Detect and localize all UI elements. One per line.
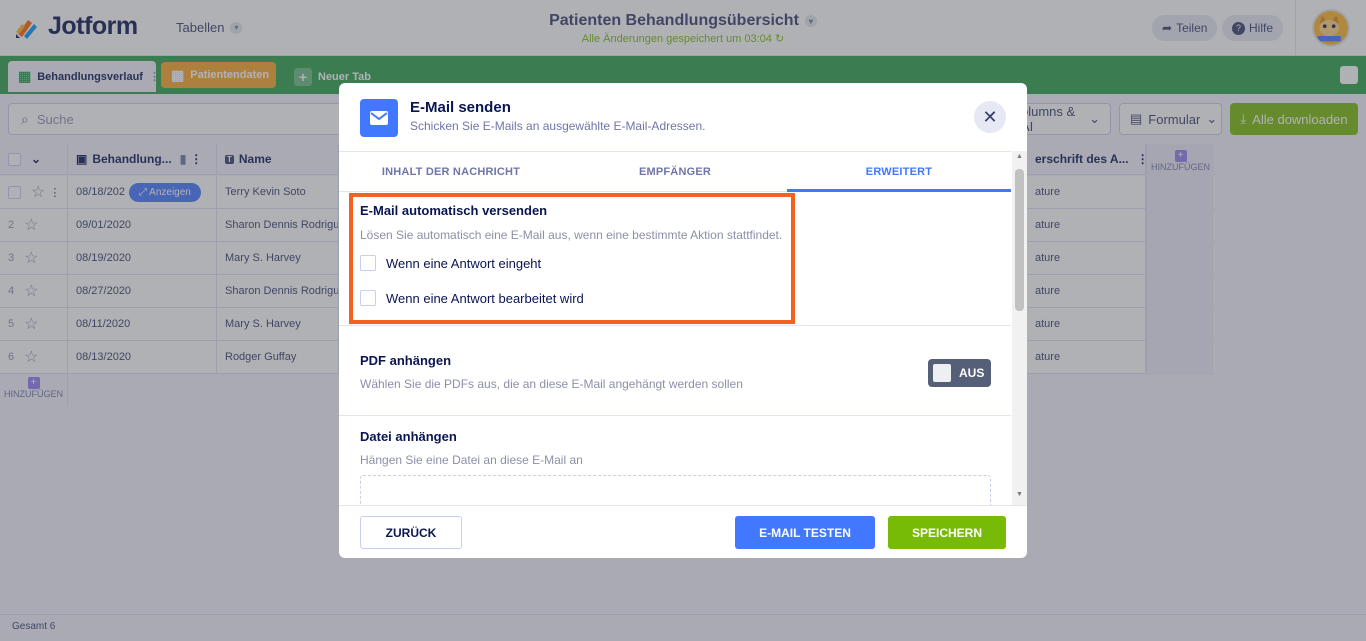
pdf-attach-desc: Wählen Sie die PDFs aus, die an diese E-… — [360, 377, 743, 391]
scroll-down-icon[interactable]: ▼ — [1015, 491, 1024, 498]
modal-scrollbar[interactable]: ▲ ▼ — [1012, 151, 1027, 505]
modal-tabs: INHALT DER NACHRICHT EMPFÄNGER ERWEITERT — [339, 151, 1011, 192]
modal-header: E-Mail senden Schicken Sie E-Mails an au… — [339, 83, 1027, 151]
on-response-checkbox[interactable] — [360, 255, 376, 271]
file-attach-desc: Hängen Sie eine Datei an diese E-Mail an — [360, 453, 583, 467]
modal-subtitle: Schicken Sie E-Mails an ausgewählte E-Ma… — [410, 119, 706, 133]
close-button[interactable]: ✕ — [974, 101, 1006, 133]
auto-send-title: E-Mail automatisch versenden — [360, 203, 548, 218]
option-label: Wenn eine Antwort eingeht — [386, 255, 542, 271]
envelope-svg — [370, 111, 388, 125]
close-icon: ✕ — [982, 106, 998, 127]
back-button[interactable]: ZURÜCK — [360, 516, 462, 549]
pdf-toggle[interactable]: AUS — [928, 359, 991, 387]
test-email-button[interactable]: E-MAIL TESTEN — [735, 516, 875, 549]
section-divider — [339, 325, 1011, 326]
send-email-modal: E-Mail senden Schicken Sie E-Mails an au… — [339, 83, 1027, 558]
tab-advanced[interactable]: ERWEITERT — [787, 152, 1011, 192]
pdf-attach-title: PDF anhängen — [360, 353, 452, 368]
tab-message-content[interactable]: INHALT DER NACHRICHT — [339, 152, 563, 192]
option-label: Wenn eine Antwort bearbeitet wird — [386, 290, 584, 306]
option-on-edit[interactable]: Wenn eine Antwort bearbeitet wird — [360, 290, 584, 306]
modal-footer: ZURÜCK E-MAIL TESTEN SPEICHERN — [339, 505, 1027, 558]
on-edit-checkbox[interactable] — [360, 290, 376, 306]
toggle-label: AUS — [959, 366, 985, 380]
modal-title: E-Mail senden — [410, 99, 511, 116]
scroll-thumb[interactable] — [1015, 169, 1024, 311]
toggle-knob — [933, 364, 951, 382]
modal-body: E-Mail automatisch versenden Lösen Sie a… — [339, 193, 1011, 505]
file-dropzone[interactable] — [360, 475, 991, 505]
option-on-response[interactable]: Wenn eine Antwort eingeht — [360, 255, 541, 271]
tab-recipients[interactable]: EMPFÄNGER — [563, 152, 787, 192]
auto-send-desc: Lösen Sie automatisch eine E-Mail aus, w… — [360, 228, 783, 242]
section-divider — [339, 415, 1011, 416]
save-button[interactable]: SPEICHERN — [888, 516, 1006, 549]
file-attach-title: Datei anhängen — [360, 429, 457, 444]
scroll-up-icon[interactable]: ▲ — [1015, 153, 1024, 160]
envelope-icon — [360, 99, 398, 137]
